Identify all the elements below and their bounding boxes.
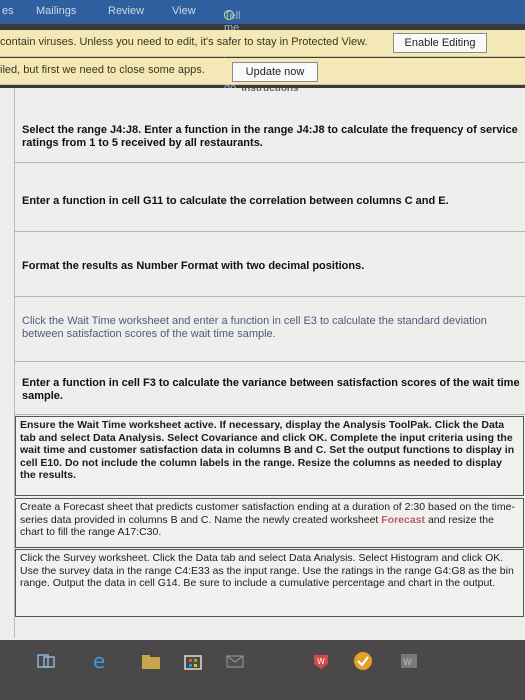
folder-icon[interactable] bbox=[140, 650, 162, 672]
instruction-row-8[interactable]: Click the Survey worksheet. Click the Da… bbox=[15, 549, 524, 617]
svg-text:e: e bbox=[93, 650, 105, 672]
instruction-row-2[interactable]: Enter a function in cell G11 to calculat… bbox=[15, 163, 525, 232]
mail-icon[interactable] bbox=[224, 650, 246, 672]
svg-text:W: W bbox=[403, 658, 412, 668]
instruction-text: Enter a function in cell F3 to calculate… bbox=[22, 377, 520, 402]
instruction-text: Select the range J4:J8. Enter a function… bbox=[22, 124, 518, 149]
instruction-row-1[interactable]: Select the range J4:J8. Enter a function… bbox=[15, 96, 525, 163]
instruction-row-3[interactable]: Format the results as Number Format with… bbox=[15, 232, 525, 297]
ribbon-tab-bar: es Mailings Review View Tell me what you… bbox=[0, 0, 525, 94]
instruction-text: Ensure the Wait Time worksheet active. I… bbox=[20, 419, 515, 481]
instruction-row-4[interactable]: Click the Wait Time worksheet and enter … bbox=[15, 297, 525, 362]
task-view-icon[interactable] bbox=[35, 650, 57, 672]
tab-mailings[interactable]: Mailings bbox=[36, 5, 76, 17]
tab-partial[interactable]: es bbox=[2, 5, 14, 17]
windows-taskbar: e W W bbox=[0, 640, 525, 700]
tab-view[interactable]: View bbox=[172, 5, 196, 17]
instruction-row-5[interactable]: Enter a function in cell F3 to calculate… bbox=[15, 362, 525, 415]
store-icon[interactable] bbox=[182, 650, 204, 672]
checkmark-icon[interactable] bbox=[352, 650, 374, 672]
instruction-text: Click the Survey worksheet. Click the Da… bbox=[20, 552, 514, 589]
forecast-keyword: Forecast bbox=[381, 513, 426, 526]
instruction-row-6[interactable]: Ensure the Wait Time worksheet active. I… bbox=[15, 416, 524, 496]
instructions-heading: Instructions bbox=[241, 88, 299, 94]
update-now-button[interactable]: Update now bbox=[232, 62, 318, 82]
instruction-text: Format the results as Number Format with… bbox=[22, 260, 365, 272]
protected-view-bar: contain viruses. Unless you need to edit… bbox=[0, 30, 525, 57]
svg-text:W: W bbox=[317, 657, 325, 666]
office-icon[interactable]: W bbox=[310, 650, 332, 672]
update-message: iled, but first we need to close some ap… bbox=[0, 64, 205, 76]
instruction-row-7[interactable]: Create a Forecast sheet that predicts cu… bbox=[15, 498, 524, 548]
protected-view-message: contain viruses. Unless you need to edit… bbox=[0, 36, 368, 48]
word-icon[interactable]: W bbox=[398, 650, 420, 672]
instruction-text: Click the Wait Time worksheet and enter … bbox=[22, 315, 487, 340]
tab-review[interactable]: Review bbox=[108, 5, 144, 17]
update-bar: iled, but first we need to close some ap… bbox=[0, 58, 525, 85]
instruction-text: Enter a function in cell G11 to calculat… bbox=[22, 195, 449, 207]
enable-editing-button[interactable]: Enable Editing bbox=[393, 33, 487, 53]
instruction-text: Create a Forecast sheet that predicts cu… bbox=[16, 499, 523, 539]
edge-icon[interactable]: e bbox=[90, 650, 112, 672]
